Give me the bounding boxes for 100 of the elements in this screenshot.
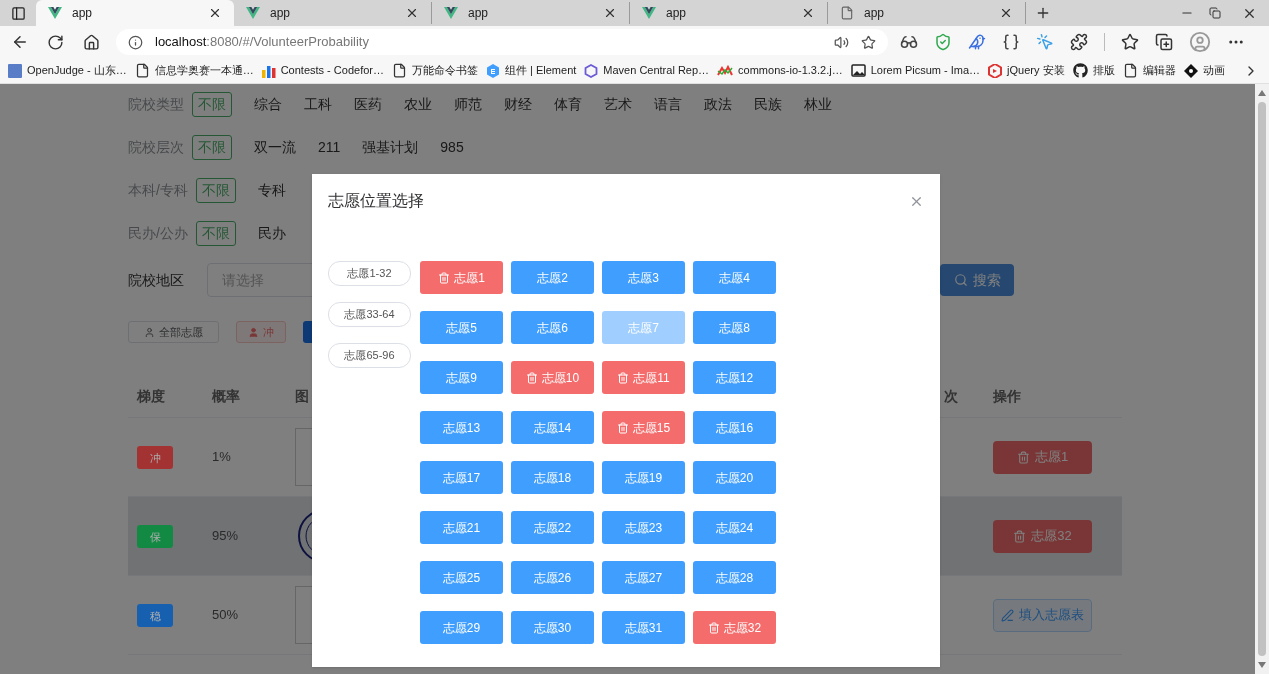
choice-slot-button[interactable]: 志愿1 [420,261,503,294]
choice-slot-button[interactable]: 志愿29 [420,611,503,644]
choice-slot-button[interactable]: 志愿18 [511,461,594,494]
bookmark[interactable]: Maven Central Rep… [584,62,710,79]
filter-option[interactable]: 医药 [354,92,382,117]
browser-tab[interactable]: app [36,0,234,26]
bookmark[interactable]: 信息学奥赛一本通… [134,62,254,79]
close-tab-icon[interactable] [603,6,617,20]
bookmark[interactable]: Contests - Codefor… [261,62,384,79]
filter-option[interactable]: 不限 [195,178,236,203]
filter-option[interactable]: 不限 [192,135,232,160]
browser-tab[interactable]: app [234,2,432,24]
choice-slot-button[interactable]: 志愿21 [420,511,503,544]
choice-slot-button[interactable]: 志愿3 [602,261,685,294]
choice-slot-button[interactable]: 志愿2 [511,261,594,294]
filter-option[interactable]: 艺术 [604,92,632,117]
choice-slot-button[interactable]: 志愿19 [602,461,685,494]
bookmark[interactable]: 万能命令书签 [392,62,478,79]
speaker-icon[interactable] [834,34,849,50]
bookmark[interactable]: Lorem Picsum - Ima… [850,62,981,79]
choice-slot-button[interactable]: 志愿15 [602,411,685,444]
avatar-icon[interactable] [1189,31,1211,53]
filter-option[interactable]: 财经 [504,92,532,117]
filter-option[interactable]: 民办 [257,221,286,246]
choice-slot-button[interactable]: 志愿24 [693,511,776,544]
choice-slot-button[interactable]: 志愿4 [693,261,776,294]
close-tab-icon[interactable] [999,6,1013,20]
choice-slot-button[interactable]: 志愿20 [693,461,776,494]
choice-slot-button[interactable]: 志愿13 [420,411,503,444]
choice-slot-button[interactable]: 志愿6 [511,311,594,344]
delete-choice-button[interactable]: 志愿32 [993,519,1092,553]
delete-choice-button[interactable]: 志愿1 [993,440,1092,474]
choice-slot-button[interactable]: 志愿30 [511,611,594,644]
browser-tab[interactable]: app [432,2,630,24]
choice-slot-button[interactable]: 志愿31 [602,611,685,644]
browser-tab[interactable]: app [828,2,1026,24]
filter-option[interactable]: 农业 [404,92,432,117]
choice-slot-button[interactable]: 志愿16 [693,411,776,444]
choice-slot-button[interactable]: 志愿23 [602,511,685,544]
choice-slot-button[interactable]: 志愿22 [511,511,594,544]
filter-option[interactable]: 师范 [454,92,482,117]
close-tab-icon[interactable] [208,6,222,20]
all-choices-button[interactable]: 全部志愿 [128,321,219,343]
bookmark[interactable]: 动画 [1183,62,1225,79]
puzzle-icon[interactable] [1070,33,1088,51]
scroll-up-arrow-icon[interactable] [1258,90,1266,96]
bookmark[interactable]: OpenJudge - 山东… [8,62,127,79]
choice-slot-button[interactable]: 志愿25 [420,561,503,594]
choice-slot-button[interactable]: 志愿8 [693,311,776,344]
choice-slot-button[interactable]: 志愿26 [511,561,594,594]
braces-icon[interactable] [1002,33,1020,51]
fill-choice-button[interactable]: 填入志愿表 [993,598,1092,632]
filter-option[interactable]: 211 [318,135,341,160]
glasses-icon[interactable] [900,33,918,51]
filter-option[interactable]: 工科 [304,92,332,117]
star-icon[interactable] [861,34,876,50]
scrollbar-thumb[interactable] [1258,102,1266,656]
filter-option[interactable]: 强基计划 [362,135,419,160]
close-tab-icon[interactable] [405,6,419,20]
filter-option[interactable]: 林业 [804,92,832,117]
filter-option[interactable]: 双一流 [254,135,296,160]
choice-slot-button[interactable]: 志愿32 [693,611,776,644]
bookmark[interactable]: 编辑器 [1122,62,1176,79]
bookmark[interactable]: commons-io-1.3.2.j… [717,62,843,79]
choice-slot-button[interactable]: 志愿11 [602,361,685,394]
choice-slot-button[interactable]: 志愿28 [693,561,776,594]
filter-option[interactable]: 民族 [754,92,782,117]
shield-icon[interactable] [934,33,952,51]
choice-slot-button[interactable]: 志愿10 [511,361,594,394]
collections-icon[interactable] [1155,33,1173,51]
filter-option[interactable]: 综合 [254,92,282,117]
scroll-down-arrow-icon[interactable] [1258,662,1266,668]
filter-option[interactable]: 体育 [554,92,582,117]
reach-button[interactable]: 冲 [236,321,286,343]
filter-option[interactable]: 不限 [195,221,236,246]
column-header: 概率 [211,386,241,406]
close-tab-icon[interactable] [801,6,815,20]
choice-slot-button[interactable]: 志愿9 [420,361,503,394]
pointer-click-icon[interactable] [1036,33,1054,51]
browser-tab[interactable]: app [630,2,828,24]
bookmark[interactable]: jQuery 安装 [988,62,1065,79]
choice-slot-button[interactable]: 志愿17 [420,461,503,494]
range-button[interactable]: 志愿33-64 [328,302,411,327]
choice-slot-button[interactable]: 志愿5 [420,311,503,344]
filter-option[interactable]: 专科 [257,178,286,203]
filter-option[interactable]: 985 [440,135,464,160]
filter-option[interactable]: 政法 [704,92,732,117]
bookmark[interactable]: 组件 | Element [486,62,577,79]
filter-option[interactable]: 不限 [192,92,232,117]
range-button[interactable]: 志愿65-96 [328,343,411,368]
choice-slot-button[interactable]: 志愿27 [602,561,685,594]
search-button[interactable]: 搜索 [940,264,1014,296]
choice-slot-button[interactable]: 志愿14 [511,411,594,444]
bookmark[interactable]: 排版 [1072,62,1115,79]
bird-icon[interactable] [968,33,986,51]
favorites-icon[interactable] [1121,33,1139,51]
range-button[interactable]: 志愿1-32 [328,261,411,286]
choice-slot-button[interactable]: 志愿12 [693,361,776,394]
filter-option[interactable]: 语言 [654,92,682,117]
address-bar[interactable]: localhost:8080/#/VolunteerProbability [116,29,888,55]
